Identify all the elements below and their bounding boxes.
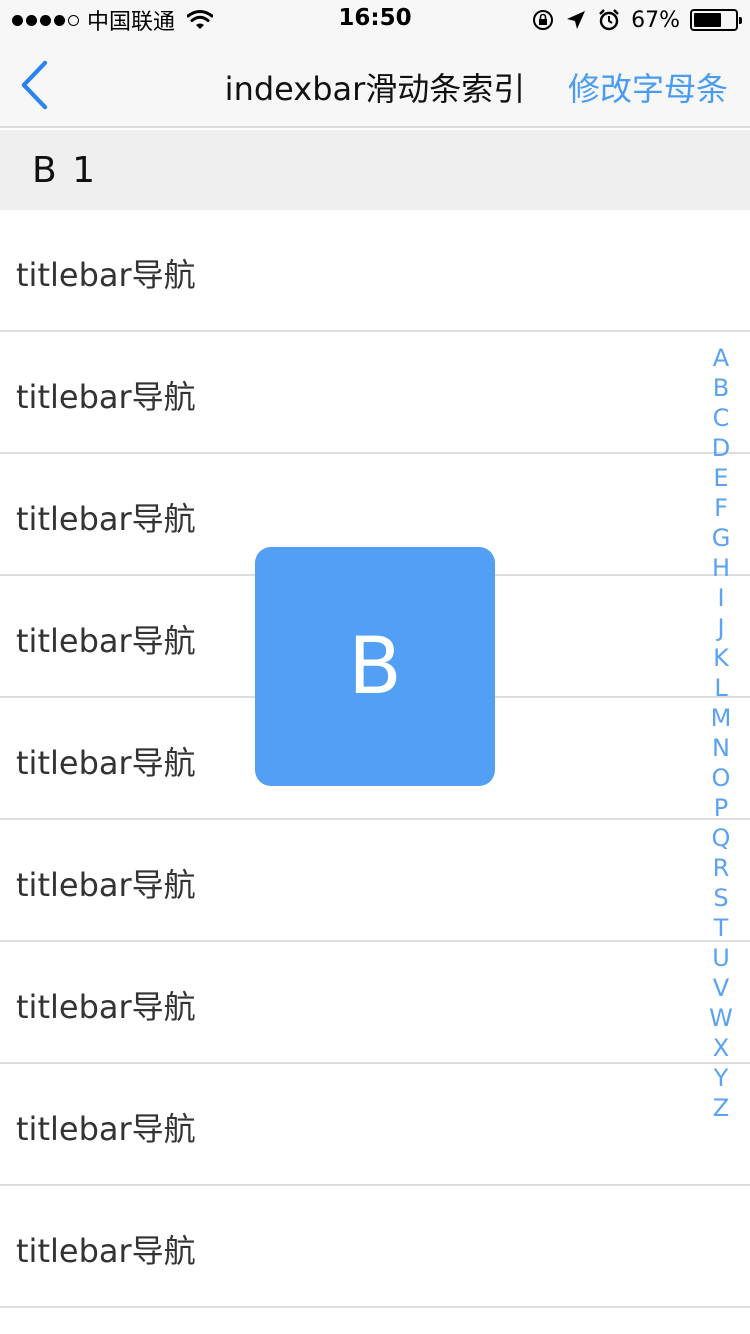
index-letter-x[interactable]: X	[713, 1033, 729, 1063]
index-letter-u[interactable]: U	[712, 943, 730, 973]
page-title: indexbar滑动条索引	[224, 70, 526, 108]
index-letter-r[interactable]: R	[713, 853, 730, 883]
index-letter-s[interactable]: S	[713, 883, 728, 913]
battery-icon	[690, 9, 742, 31]
index-letter-popup: B	[255, 547, 495, 786]
index-popup-letter: B	[348, 621, 402, 712]
list-item-label: titlebar导航	[16, 378, 196, 416]
list-item-label: titlebar导航	[16, 988, 196, 1026]
edit-alphabet-button[interactable]: 修改字母条	[568, 64, 728, 110]
chevron-left-icon	[21, 60, 48, 110]
location-arrow-icon	[565, 9, 587, 31]
index-letter-b[interactable]: B	[713, 373, 729, 403]
rotation-lock-icon	[531, 8, 555, 32]
index-letter-t[interactable]: T	[714, 913, 729, 943]
index-letter-p[interactable]: P	[714, 793, 728, 823]
list-item-label: titlebar导航	[16, 866, 196, 904]
index-letter-n[interactable]: N	[712, 733, 730, 763]
index-letter-d[interactable]: D	[712, 433, 730, 463]
status-bar: 中国联通 16:50 67%	[0, 0, 750, 40]
index-letter-v[interactable]: V	[713, 973, 729, 1003]
alphabet-index-bar[interactable]: ABCDEFGHIJKLMNOPQRSTUVWXYZ	[706, 343, 736, 1123]
index-letter-i[interactable]: I	[717, 583, 724, 613]
back-button[interactable]	[14, 58, 54, 112]
list-item-label: titlebar导航	[16, 256, 196, 294]
index-letter-f[interactable]: F	[714, 493, 728, 523]
battery-percent: 67%	[631, 7, 680, 33]
index-letter-c[interactable]: C	[713, 403, 730, 433]
index-letter-h[interactable]: H	[712, 553, 730, 583]
section-header: B 1	[0, 130, 750, 210]
list-item[interactable]: titlebar导航	[0, 1186, 750, 1308]
list-item-label: titlebar导航	[16, 500, 196, 538]
index-letter-e[interactable]: E	[713, 463, 728, 493]
index-letter-g[interactable]: G	[712, 523, 731, 553]
status-right: 67%	[531, 6, 742, 34]
section-header-label: B 1	[32, 150, 98, 191]
list-item-label: titlebar导航	[16, 1110, 196, 1148]
index-letter-k[interactable]: K	[713, 643, 729, 673]
list-item-label: titlebar导航	[16, 622, 196, 660]
index-letter-o[interactable]: O	[712, 763, 731, 793]
list-item[interactable]: titlebar导航	[0, 1064, 750, 1186]
index-letter-a[interactable]: A	[713, 343, 729, 373]
index-letter-y[interactable]: Y	[714, 1063, 729, 1093]
list-item[interactable]: titlebar导航	[0, 210, 750, 332]
list-item[interactable]: titlebar导航	[0, 942, 750, 1064]
index-letter-j[interactable]: J	[717, 613, 724, 643]
navigation-bar: indexbar滑动条索引 修改字母条	[0, 40, 750, 128]
alarm-icon	[597, 8, 621, 32]
list-item-label: titlebar导航	[16, 1232, 196, 1270]
list-item[interactable]: titlebar导航	[0, 820, 750, 942]
index-letter-m[interactable]: M	[711, 703, 732, 733]
list-item-label: titlebar导航	[16, 744, 196, 782]
index-letter-z[interactable]: Z	[713, 1093, 729, 1123]
index-letter-l[interactable]: L	[714, 673, 727, 703]
index-letter-q[interactable]: Q	[712, 823, 731, 853]
list-item[interactable]: titlebar导航	[0, 332, 750, 454]
index-letter-w[interactable]: W	[709, 1003, 733, 1033]
